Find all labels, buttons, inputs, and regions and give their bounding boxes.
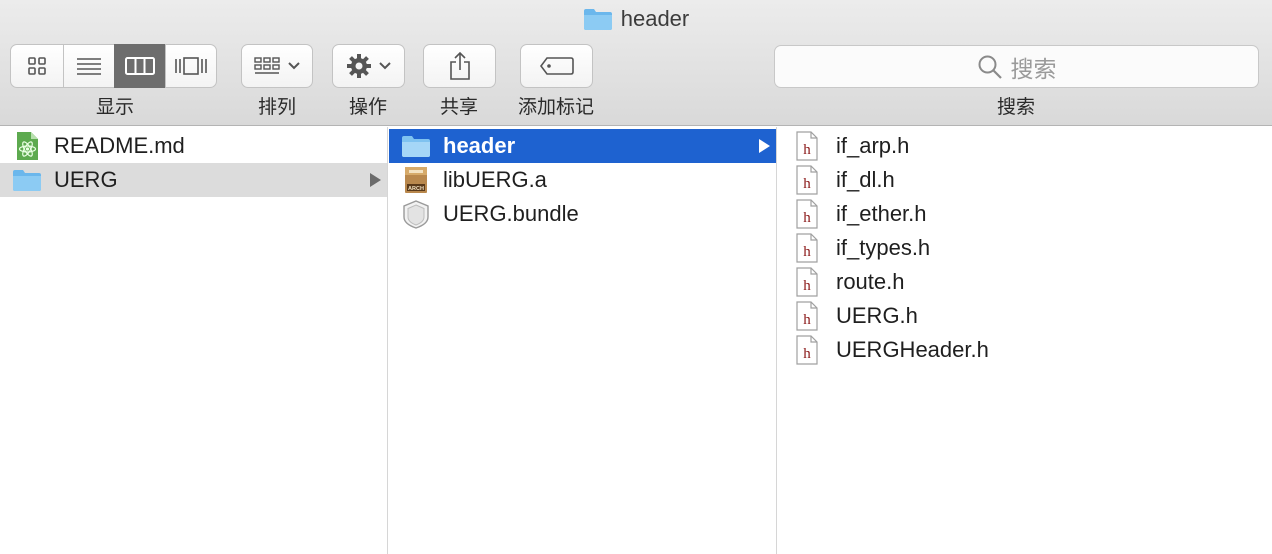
svg-text:h: h [803,312,811,328]
svg-text:h: h [803,210,811,226]
action-button[interactable] [332,44,405,88]
search-label: 搜索 [996,97,1036,118]
tag-icon [539,57,574,75]
svg-text:h: h [803,244,811,260]
svg-text:h: h [803,142,811,158]
arrange-button[interactable] [241,44,313,88]
window-title: header [0,6,1272,32]
list-item[interactable]: h route.h [778,265,1272,299]
archive-icon: ARCH [401,165,431,195]
header-file-icon: h [792,335,822,365]
list-view-button[interactable] [63,44,115,88]
add-tags-label: 添加标记 [517,97,595,118]
toolbar: header 显示 排列 操作 共享 添加标记 搜索 搜索 [0,0,1272,126]
list-item[interactable]: h UERGHeader.h [778,333,1272,367]
share-label: 共享 [439,97,479,118]
header-file-icon: h [792,165,822,195]
search-icon [978,55,1002,79]
column-browser: README.md UERG header ARCH libUERG.a UER… [0,127,1272,554]
file-name: README.md [54,133,185,158]
gear-icon [346,54,371,78]
folder-icon [401,131,431,161]
action-label: 操作 [348,97,388,118]
list-item[interactable]: header [389,129,776,163]
list-item[interactable]: UERG.bundle [389,197,776,231]
atom-document-icon [12,131,42,161]
file-name: if_dl.h [836,167,895,192]
columns-icon [125,57,155,75]
file-name: UERG [54,167,118,192]
disclosure-arrow-icon [370,173,381,187]
search-placeholder: 搜索 [1010,55,1057,82]
add-tags-button[interactable] [520,44,593,88]
file-name: UERG.h [836,303,918,328]
header-file-icon: h [792,199,822,229]
view-label: 显示 [95,97,135,118]
column-view-button[interactable] [114,44,166,88]
file-name: if_types.h [836,235,931,260]
browser-column-2: header ARCH libUERG.a UERG.bundle [389,127,777,554]
svg-text:h: h [803,176,811,192]
list-lines-icon [77,58,101,75]
arrange-label: 排列 [257,97,297,118]
file-name: UERG.bundle [443,201,579,226]
svg-text:ARCH: ARCH [408,186,424,192]
share-icon [449,51,470,80]
file-name: route.h [836,269,905,294]
header-file-icon: h [792,131,822,161]
coverflow-view-button[interactable] [165,44,217,88]
list-item[interactable]: h UERG.h [778,299,1272,333]
file-name: libUERG.a [443,167,547,192]
list-item[interactable]: README.md [0,129,387,163]
file-name: UERGHeader.h [836,337,989,362]
browser-column-3: h if_arp.h h if_dl.h h if_ether.h h if_t… [778,127,1272,554]
search-input[interactable]: 搜索 [774,45,1259,88]
browser-column-1: README.md UERG [0,127,388,554]
icon-grid-icon [28,57,46,75]
file-name: if_arp.h [836,133,910,158]
bundle-icon [401,199,431,229]
list-item[interactable]: h if_types.h [778,231,1272,265]
list-item[interactable]: UERG [0,163,387,197]
header-file-icon: h [792,301,822,331]
list-item[interactable]: ARCH libUERG.a [389,163,776,197]
svg-text:h: h [803,346,811,362]
window-title-text: header [620,6,690,31]
folder-icon [12,165,42,195]
header-file-icon: h [792,267,822,297]
icon-view-button[interactable] [10,44,64,88]
list-item[interactable]: h if_ether.h [778,197,1272,231]
list-item[interactable]: h if_dl.h [778,163,1272,197]
list-item[interactable]: h if_arp.h [778,129,1272,163]
chevron-down-icon [288,62,300,70]
svg-text:h: h [803,278,811,294]
folder-icon [583,9,612,30]
file-name: if_ether.h [836,201,927,226]
arrange-grid-icon [254,57,280,74]
file-name: header [443,133,516,158]
header-file-icon: h [792,233,822,263]
share-button[interactable] [423,44,496,88]
disclosure-arrow-icon [759,139,770,153]
chevron-down-icon [378,62,391,70]
view-mode-segmented-control [10,44,217,88]
coverflow-icon [175,57,207,75]
